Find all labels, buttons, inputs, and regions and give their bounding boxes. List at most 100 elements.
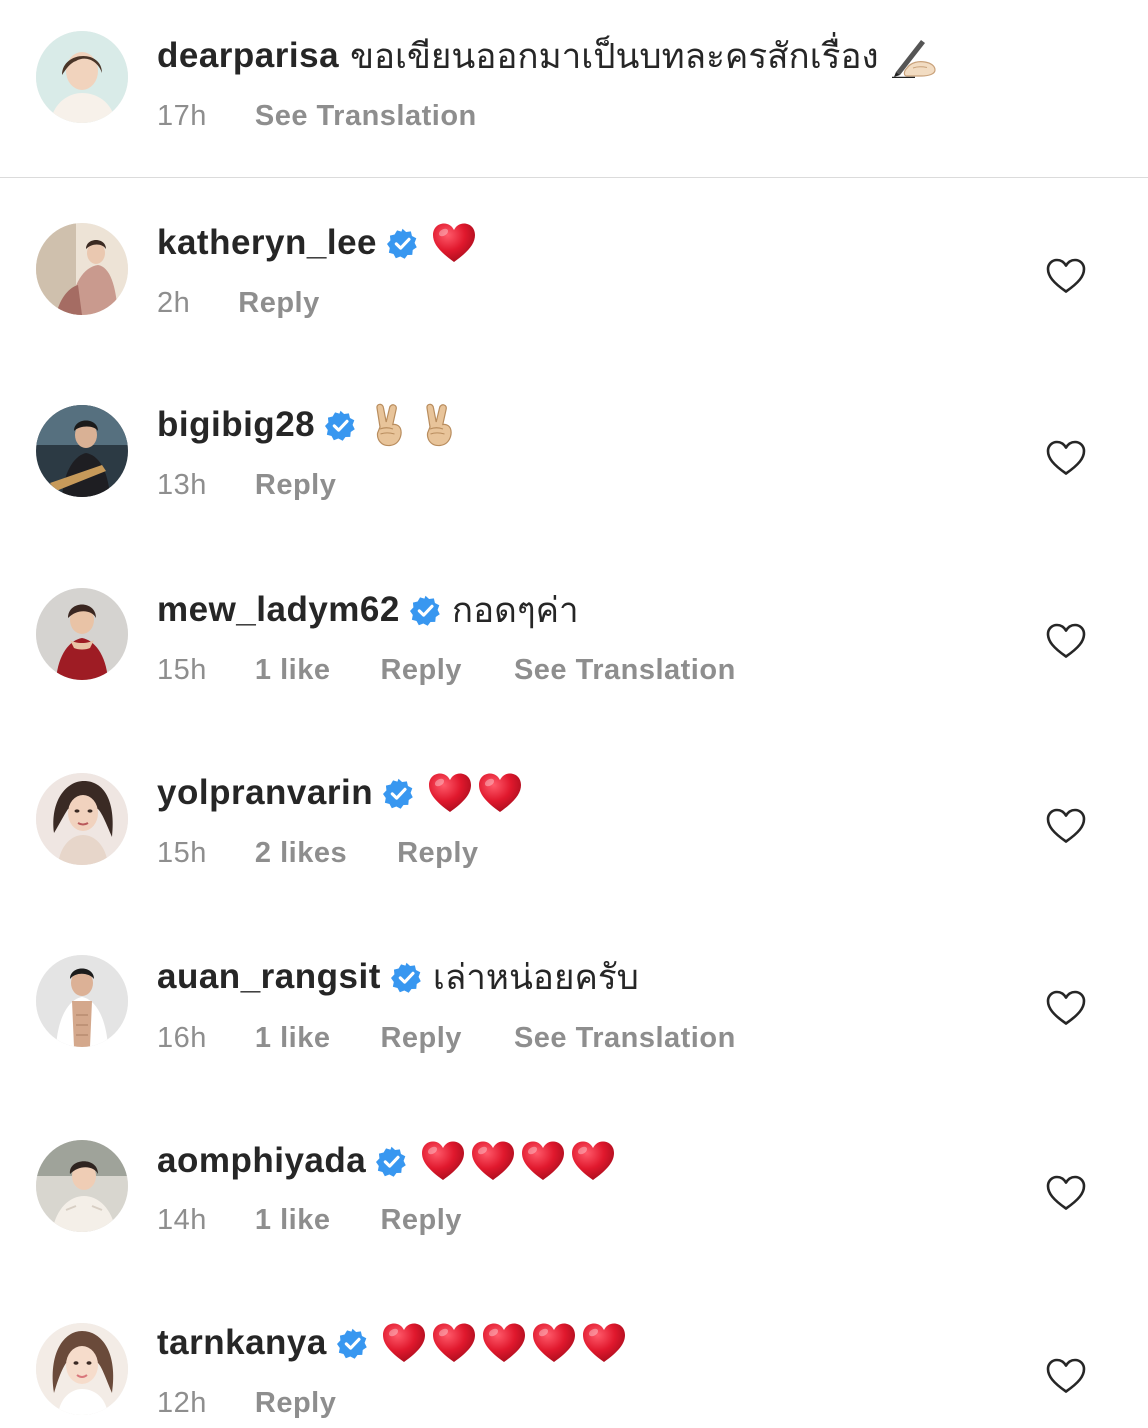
red-heart-icon	[428, 772, 472, 814]
verified-badge-icon	[383, 778, 414, 809]
comment-username[interactable]: mew_ladym62	[157, 590, 400, 630]
comment-timestamp: 14h	[157, 1203, 207, 1236]
avatar[interactable]	[36, 955, 128, 1047]
comment-username[interactable]: yolpranvarin	[157, 773, 373, 813]
avatar-image	[36, 1323, 128, 1415]
like-count[interactable]: 2 likes	[255, 837, 347, 870]
avatar-image	[36, 773, 128, 865]
verified-badge-icon	[410, 595, 441, 626]
comment-username[interactable]: bigibig28	[157, 405, 315, 445]
reply-button[interactable]: Reply	[380, 1022, 461, 1055]
comment-emoji	[382, 1322, 632, 1364]
comment-meta: 12h Reply	[157, 1383, 388, 1423]
red-heart-icon	[471, 1140, 515, 1182]
like-heart-icon[interactable]	[1046, 1175, 1086, 1211]
comment-line: yolpranvarin	[157, 768, 528, 818]
red-heart-icon	[571, 1140, 615, 1182]
comment-username[interactable]: aomphiyada	[157, 1141, 366, 1181]
verified-badge-icon	[391, 962, 422, 993]
comment-text: กอดๆค่า	[451, 590, 579, 630]
avatar-image	[36, 405, 128, 497]
reply-button[interactable]: Reply	[380, 1204, 461, 1237]
like-heart-icon[interactable]	[1046, 623, 1086, 659]
red-heart-icon	[582, 1322, 626, 1364]
avatar-image	[36, 31, 128, 123]
comment-meta: 16h 1 like Reply See Translation	[157, 1018, 736, 1058]
verified-badge-icon	[387, 228, 418, 259]
red-heart-icon	[532, 1322, 576, 1364]
comment-emoji	[370, 403, 470, 447]
reply-button[interactable]: Reply	[380, 654, 461, 687]
avatar-image	[36, 588, 128, 680]
like-heart-icon[interactable]	[1046, 990, 1086, 1026]
red-heart-icon	[478, 772, 522, 814]
comment-meta: 15h 2 likes Reply	[157, 833, 531, 873]
avatar[interactable]	[36, 405, 128, 497]
avatar[interactable]	[36, 1323, 128, 1415]
comment-meta: 2h Reply	[157, 283, 372, 323]
caption-text: ขอเขียนออกมาเป็นบทละครสักเรื่อง	[350, 36, 879, 76]
avatar[interactable]	[36, 773, 128, 865]
comment-timestamp: 12h	[157, 1386, 207, 1419]
avatar-image	[36, 1140, 128, 1232]
comment-text: เล่าหน่อยครับ	[432, 957, 639, 997]
comment-emoji	[428, 772, 528, 814]
caption-line: dearparisa ขอเขียนออกมาเป็นบทละครสักเรื่…	[157, 31, 937, 81]
like-heart-icon[interactable]	[1046, 1358, 1086, 1394]
avatar[interactable]	[36, 1140, 128, 1232]
comment-meta: 15h 1 like Reply See Translation	[157, 650, 736, 690]
red-heart-icon	[432, 1322, 476, 1364]
avatar[interactable]	[36, 588, 128, 680]
post-caption: dearparisa ขอเขียนออกมาเป็นบทละครสักเรื่…	[0, 0, 1148, 178]
see-translation-button[interactable]: See Translation	[514, 654, 736, 687]
avatar-image	[36, 223, 128, 315]
like-count[interactable]: 1 like	[255, 1204, 331, 1237]
comment-username[interactable]: auan_rangsit	[157, 957, 381, 997]
comment-line: katheryn_lee	[157, 218, 482, 268]
avatar-image	[36, 955, 128, 1047]
victory-hand-icon	[370, 403, 408, 447]
avatar[interactable]	[36, 31, 128, 123]
see-translation-button[interactable]: See Translation	[514, 1022, 736, 1055]
verified-badge-icon	[325, 410, 356, 441]
caption-username[interactable]: dearparisa	[157, 36, 339, 76]
victory-hand-icon	[420, 403, 458, 447]
verified-badge-icon	[337, 1328, 368, 1359]
comment-emoji	[432, 222, 482, 264]
comment-line: mew_ladym62 กอดๆค่า	[157, 585, 579, 635]
comment-timestamp: 15h	[157, 653, 207, 686]
like-heart-icon[interactable]	[1046, 440, 1086, 476]
comment-timestamp: 16h	[157, 1021, 207, 1054]
verified-badge-icon	[376, 1146, 407, 1177]
comment-username[interactable]: katheryn_lee	[157, 223, 377, 263]
like-heart-icon[interactable]	[1046, 258, 1086, 294]
reply-button[interactable]: Reply	[238, 287, 319, 320]
red-heart-icon	[432, 222, 476, 264]
see-translation-button[interactable]: See Translation	[255, 100, 477, 133]
caption-meta: 17h See Translation	[157, 96, 477, 136]
comment-line: tarnkanya	[157, 1318, 632, 1368]
red-heart-icon	[382, 1322, 426, 1364]
comment-emoji	[421, 1140, 621, 1182]
caption-timestamp: 17h	[157, 99, 207, 132]
red-heart-icon	[521, 1140, 565, 1182]
comment-timestamp: 13h	[157, 468, 207, 501]
red-heart-icon	[421, 1140, 465, 1182]
comment-username[interactable]: tarnkanya	[157, 1323, 327, 1363]
reply-button[interactable]: Reply	[397, 837, 478, 870]
comments-screen: dearparisa ขอเขียนออกมาเป็นบทละครสักเรื่…	[0, 0, 1148, 1428]
writing-hand-icon	[891, 34, 937, 78]
like-count[interactable]: 1 like	[255, 654, 331, 687]
comment-timestamp: 15h	[157, 836, 207, 869]
like-heart-icon[interactable]	[1046, 808, 1086, 844]
comment-meta: 14h 1 like Reply	[157, 1200, 514, 1240]
reply-button[interactable]: Reply	[255, 469, 336, 502]
comment-line: aomphiyada	[157, 1136, 621, 1186]
red-heart-icon	[482, 1322, 526, 1364]
reply-button[interactable]: Reply	[255, 1387, 336, 1420]
avatar[interactable]	[36, 223, 128, 315]
comment-timestamp: 2h	[157, 286, 191, 319]
like-count[interactable]: 1 like	[255, 1022, 331, 1055]
comment-meta: 13h Reply	[157, 465, 388, 505]
comment-line: auan_rangsit เล่าหน่อยครับ	[157, 952, 639, 1002]
